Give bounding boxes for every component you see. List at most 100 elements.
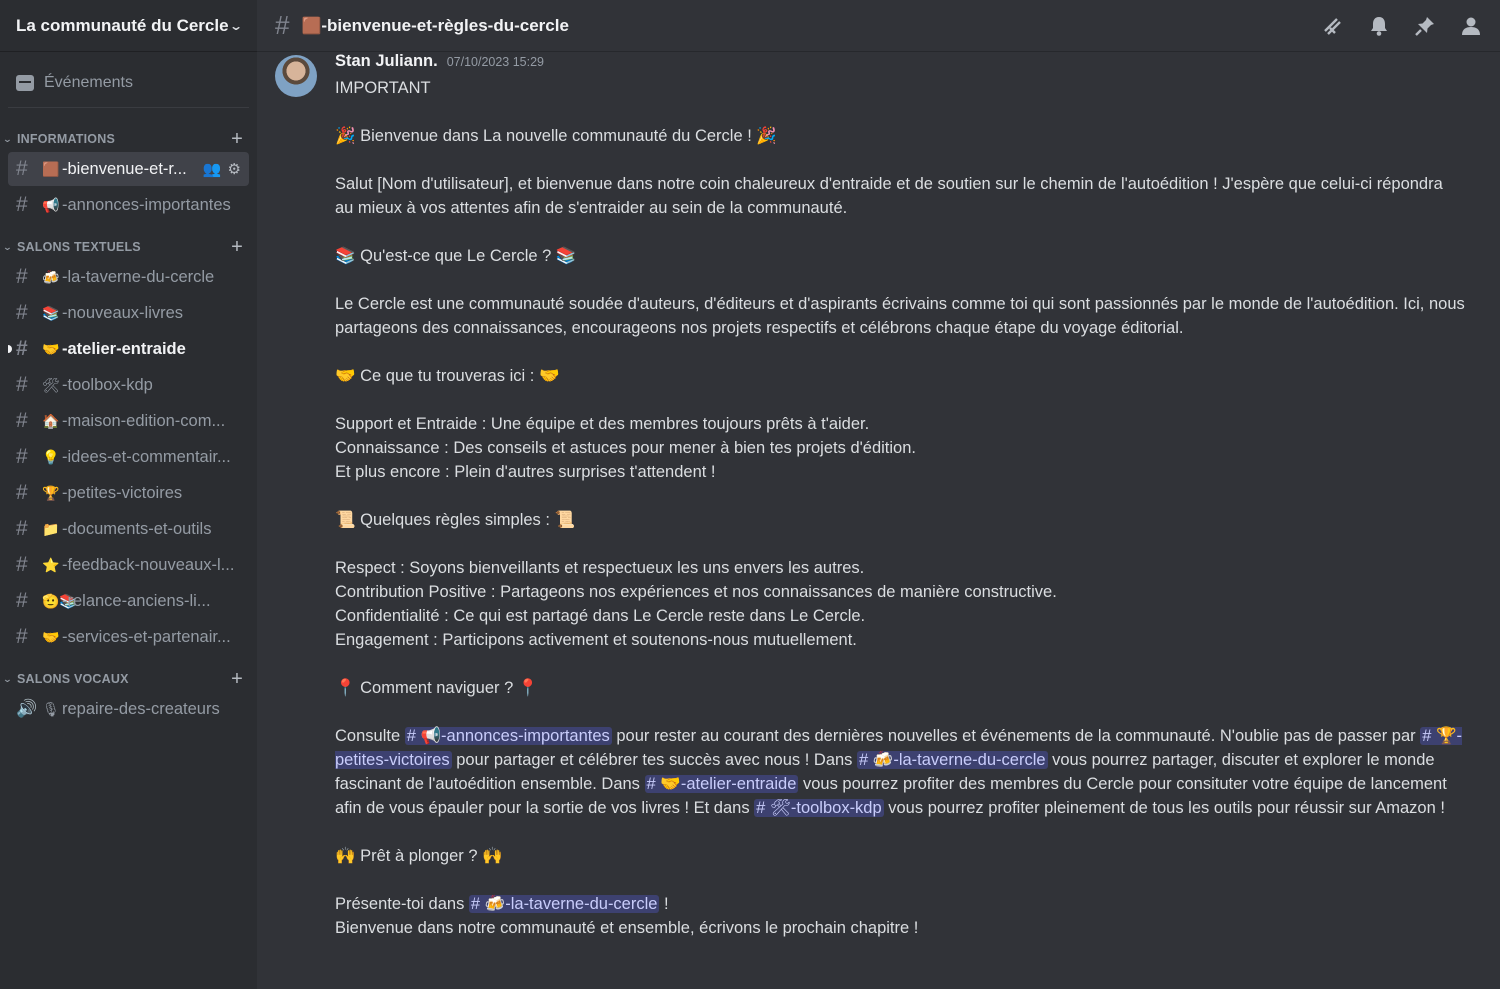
message-line: Contribution Positive : Partageons nos e… [335, 583, 1057, 601]
events-link[interactable]: Événements [8, 58, 249, 108]
message-author[interactable]: Stan Juliann. [335, 52, 438, 71]
message-line: Bienvenue dans notre communauté et ensem… [335, 919, 919, 937]
hash-icon: # [16, 337, 28, 360]
category-header[interactable]: ⌄ SALONS TEXTUELS + [0, 236, 257, 258]
main-panel: # 🟫 -bienvenue-et-règles-du-cercle Stan … [257, 0, 1500, 989]
channel-item[interactable]: # ⭐ -feedback-nouveaux-l... [8, 548, 249, 582]
message-content: IMPORTANT 🎉 Bienvenue dans La nouvelle co… [335, 76, 1465, 940]
channel-item[interactable]: # 🛠 -toolbox-kdp [8, 368, 249, 402]
server-name: La communauté du Cercle [16, 15, 229, 35]
message-text: Consulte [335, 727, 405, 745]
present-line: Présente-toi dans # 🍻-la-taverne-du-cerc… [335, 892, 1465, 916]
server-header[interactable]: La communauté du Cercle ⌄ [0, 0, 257, 52]
members-icon[interactable] [1460, 15, 1482, 37]
channel-item[interactable]: # 🏠 -maison-edition-com... [8, 404, 249, 438]
message-line: Le Cercle est une communauté soudée d'au… [335, 295, 1465, 337]
channel-tools: 👥 ⚙ [203, 160, 241, 178]
avatar[interactable] [275, 55, 317, 97]
message-line: 🎉 Bienvenue dans La nouvelle communauté … [335, 127, 777, 145]
channel-item[interactable]: # 🫡📚 -relance-anciens-li... [8, 584, 249, 618]
voice-channel-item[interactable]: 🔊 🎙 repaire-des-createurs [8, 692, 249, 726]
message-timestamp: 07/10/2023 15:29 [446, 55, 545, 69]
channel-name: -la-taverne-du-cercle [62, 267, 215, 286]
threads-icon[interactable] [1322, 15, 1344, 37]
hash-icon: # [16, 265, 28, 288]
category-label-wrap: ⌄ INFORMATIONS [3, 132, 115, 146]
add-channel-icon[interactable]: + [231, 669, 243, 689]
channel-mention[interactable]: # 📢-annonces-importantes [404, 727, 612, 745]
hash-icon: # [16, 481, 28, 504]
calendar-icon [16, 74, 34, 91]
channel-header: # 🟫 -bienvenue-et-règles-du-cercle [257, 0, 1500, 52]
channel-name: -petites-victoires [62, 483, 183, 502]
channel-emoji: 🏠 [42, 412, 60, 429]
channel-item[interactable]: # 📚 -nouveaux-livres [8, 296, 249, 330]
bell-icon[interactable] [1368, 15, 1390, 37]
channel-emoji: 🍻 [42, 268, 60, 285]
channel-item[interactable]: # 🍻 -la-taverne-du-cercle [8, 260, 249, 294]
hash-icon: # [275, 10, 290, 40]
channel-item[interactable]: # 💡 -idees-et-commentair... [8, 440, 249, 474]
channel-mention[interactable]: # 🍻-la-taverne-du-cercle [468, 895, 660, 913]
hash-icon: # [16, 517, 28, 540]
message-header: Stan Juliann. 07/10/2023 15:29 [335, 52, 1465, 76]
category-name: SALONS TEXTUELS [17, 240, 141, 254]
hash-icon: # [16, 445, 28, 468]
channel-mention[interactable]: # 🛠-toolbox-kdp [754, 799, 884, 817]
category-label-wrap: ⌄ SALONS VOCAUX [2, 672, 129, 686]
add-channel-icon[interactable]: + [231, 129, 243, 149]
channel-name: -documents-et-outils [62, 519, 212, 538]
channel-emoji: 🤝 [42, 628, 60, 645]
channel-item[interactable]: # 🟫 -bienvenue-et-r... 👥 ⚙ [8, 152, 249, 186]
message-body: Stan Juliann. 07/10/2023 15:29 IMPORTANT… [335, 52, 1465, 940]
channel-emoji: 📁 [42, 520, 60, 537]
category-header[interactable]: ⌄ INFORMATIONS + [0, 128, 257, 150]
channel-mention[interactable]: # 🤝-atelier-entraide [644, 775, 799, 793]
channel-item[interactable]: # 📢 -annonces-importantes [8, 188, 249, 222]
channel-name: -atelier-entraide [62, 339, 186, 358]
message-line: 📚 Qu'est-ce que Le Cercle ? 📚 [335, 247, 577, 265]
channel-item[interactable]: # 🤝 -atelier-entraide [8, 332, 249, 366]
chevron-down-icon: ⌄ [2, 673, 13, 684]
channel-item[interactable]: # 🏆 -petites-victoires [8, 476, 249, 510]
channel-item[interactable]: # 📁 -documents-et-outils [8, 512, 249, 546]
message-line: Support et Entraide : Une équipe et des … [335, 415, 870, 433]
invite-icon[interactable]: 👥 [203, 160, 222, 178]
hash-icon: # [16, 373, 28, 396]
channel-emoji: 📚 [42, 304, 60, 321]
message-line: Et plus encore : Plein d'autres surprise… [335, 463, 716, 481]
channel-mention[interactable]: # 🍻-la-taverne-du-cercle [857, 751, 1048, 769]
channel-item[interactable]: # 🤝 -services-et-partenair... [8, 620, 249, 654]
channel-name: -bienvenue-et-r... [62, 159, 187, 178]
gear-icon[interactable]: ⚙ [228, 160, 241, 178]
channel-name: -annonces-importantes [62, 195, 231, 214]
add-channel-icon[interactable]: + [231, 237, 243, 257]
channel-name: -relance-anciens-li... [62, 591, 211, 610]
hash-icon: # [16, 193, 28, 216]
channel-sidebar: La communauté du Cercle ⌄ Événements ⌄ IN… [0, 0, 257, 989]
hash-icon: # [16, 409, 28, 432]
message-line: Engagement : Participons activement et s… [335, 631, 857, 649]
hash-icon: # [16, 553, 28, 576]
channel-emoji: 🏆 [42, 484, 60, 501]
category-label-wrap: ⌄ SALONS TEXTUELS [3, 240, 141, 254]
category-header[interactable]: ⌄ SALONS VOCAUX + [0, 668, 257, 690]
channel-name: -nouveaux-livres [62, 303, 184, 322]
navigation-paragraph: Consulte # 📢-annonces-importantes pour r… [335, 724, 1465, 820]
message-text: pour rester au courant des dernières nou… [611, 727, 1421, 745]
channel-name: repaire-des-createurs [62, 699, 220, 718]
pin-icon[interactable] [1414, 15, 1436, 37]
channel-emoji: 💡 [42, 448, 60, 465]
category-name: INFORMATIONS [17, 132, 115, 146]
message-line: 🙌 Prêt à plonger ? 🙌 [335, 847, 503, 865]
channel-name: -maison-edition-com... [62, 411, 226, 430]
channel-emoji: 🛠 [42, 376, 60, 393]
channel-emoji: 🫡📚 [42, 592, 77, 609]
